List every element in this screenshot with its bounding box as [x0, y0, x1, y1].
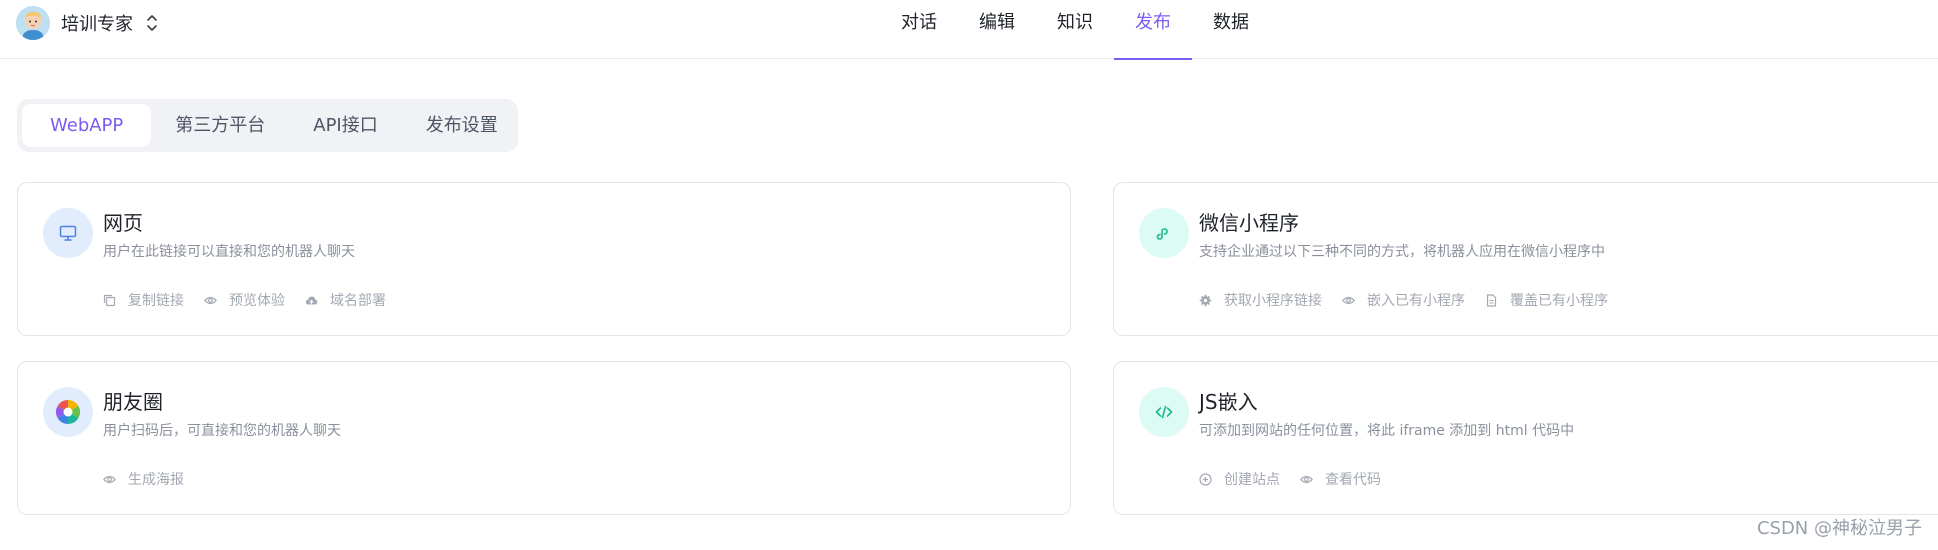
monitor-icon [43, 208, 93, 258]
card-webpage: 网页 用户在此链接可以直接和您的机器人聊天 复制链接 预览体验 域名部署 [17, 182, 1071, 336]
view-code-button[interactable]: 查看代码 [1300, 469, 1381, 489]
override-mini-program-button[interactable]: 覆盖已有小程序 [1485, 290, 1608, 310]
action-label: 查看代码 [1325, 472, 1381, 488]
tab-third-party[interactable]: 第三方平台 [151, 104, 289, 147]
create-site-button[interactable]: 创建站点 [1199, 469, 1280, 489]
action-label: 预览体验 [229, 293, 285, 309]
card-title: 微信小程序 [1199, 211, 1299, 235]
action-label: 生成海报 [128, 472, 184, 488]
tab-publish-settings[interactable]: 发布设置 [402, 104, 522, 147]
domain-deploy-button[interactable]: 域名部署 [305, 290, 386, 310]
preview-button[interactable]: 预览体验 [204, 290, 285, 310]
action-label: 复制链接 [128, 293, 184, 309]
document-icon [1486, 293, 1497, 307]
card-description: 用户在此链接可以直接和您的机器人聊天 [103, 244, 355, 260]
nav-edit[interactable]: 编辑 [958, 0, 1036, 59]
copy-link-button[interactable]: 复制链接 [103, 290, 184, 310]
cloud-upload-icon [305, 296, 318, 304]
nav-dialog[interactable]: 对话 [880, 0, 958, 59]
card-wechat-mini-program: 微信小程序 支持企业通过以下三种不同的方式，将机器人应用在微信小程序中 获取小程… [1113, 182, 1938, 336]
mini-program-icon [1139, 208, 1189, 258]
tab-api[interactable]: API接口 [289, 104, 401, 147]
embed-mini-program-button[interactable]: 嵌入已有小程序 [1342, 290, 1465, 310]
card-moments: 朋友圈 用户扫码后，可直接和您的机器人聊天 生成海报 [17, 361, 1071, 515]
eye-icon [1342, 296, 1355, 304]
eye-icon [204, 296, 217, 304]
avatar-icon [16, 6, 50, 40]
chevron-up-down-icon[interactable] [145, 12, 159, 34]
app-switcher[interactable]: 培训专家 [16, 6, 159, 40]
card-description: 用户扫码后，可直接和您的机器人聊天 [103, 423, 341, 439]
card-actions: 生成海报 [103, 469, 204, 489]
card-description: 支持企业通过以下三种不同的方式，将机器人应用在微信小程序中 [1199, 244, 1605, 260]
card-title: 朋友圈 [103, 390, 163, 414]
nav-data[interactable]: 数据 [1192, 0, 1270, 59]
tab-webapp[interactable]: WebAPP [22, 104, 152, 147]
code-icon [1139, 387, 1189, 437]
card-js-embed: JS嵌入 可添加到网站的任何位置，将此 iframe 添加到 html 代码中 … [1113, 361, 1938, 515]
nav-knowledge[interactable]: 知识 [1036, 0, 1114, 59]
card-actions: 创建站点 查看代码 [1199, 469, 1401, 489]
eye-icon [103, 475, 116, 483]
app-name: 培训专家 [61, 14, 133, 35]
card-actions: 复制链接 预览体验 域名部署 [103, 290, 406, 310]
watermark: CSDN @神秘泣男子 [1756, 518, 1922, 539]
action-label: 创建站点 [1224, 472, 1280, 488]
card-title: JS嵌入 [1199, 390, 1258, 414]
action-label: 嵌入已有小程序 [1367, 293, 1465, 309]
get-mini-program-link-button[interactable]: 获取小程序链接 [1199, 290, 1322, 310]
plus-circle-icon [1199, 472, 1212, 486]
generate-poster-button[interactable]: 生成海报 [103, 469, 184, 489]
card-actions: 获取小程序链接 嵌入已有小程序 覆盖已有小程序 [1199, 290, 1628, 310]
publish-tabs: WebAPP 第三方平台 API接口 发布设置 [17, 99, 518, 152]
copy-icon [103, 294, 116, 306]
card-title: 网页 [103, 211, 143, 235]
action-label: 覆盖已有小程序 [1510, 293, 1608, 309]
top-header: 培训专家 对话 编辑 知识 发布 数据 [0, 0, 1938, 60]
nav-publish[interactable]: 发布 [1114, 0, 1192, 60]
gear-icon [1199, 294, 1212, 306]
action-label: 获取小程序链接 [1224, 293, 1322, 309]
main-nav: 对话 编辑 知识 发布 数据 [880, 0, 1270, 60]
moments-icon [43, 387, 93, 437]
action-label: 域名部署 [330, 293, 386, 309]
eye-icon [1300, 475, 1313, 483]
card-description: 可添加到网站的任何位置，将此 iframe 添加到 html 代码中 [1199, 423, 1575, 439]
